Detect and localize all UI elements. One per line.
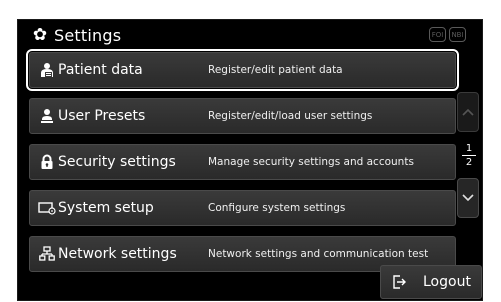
- menu-item-security-settings[interactable]: Security settings Manage security settin…: [29, 144, 456, 180]
- scroll-up-button[interactable]: [457, 92, 479, 132]
- chevron-down-icon: [462, 194, 474, 202]
- gear-icon: ✿: [32, 25, 48, 45]
- menu-item-label: Patient data: [58, 62, 143, 78]
- menu-item-label: User Presets: [58, 108, 146, 124]
- menu-item-description: Network settings and communication test: [208, 248, 429, 260]
- menu-item-description: Register/edit/load user settings: [208, 110, 373, 122]
- title-bar: ✿ Settings FOI NBI: [30, 22, 482, 48]
- menu-item-label: Security settings: [58, 154, 176, 170]
- scroll-down-button[interactable]: [457, 178, 479, 218]
- system-setup-icon: [36, 201, 58, 215]
- logout-label: Logout: [423, 274, 471, 290]
- menu-item-system-setup[interactable]: System setup Configure system settings: [29, 190, 456, 226]
- menu-item-description: Configure system settings: [208, 202, 346, 214]
- status-indicators: FOI NBI: [429, 27, 466, 42]
- logout-icon: [387, 274, 411, 290]
- page-divider: [462, 154, 476, 156]
- patient-icon: [36, 62, 58, 78]
- lock-icon: [36, 154, 58, 170]
- settings-window: ✿ Settings FOI NBI Patient data Register…: [17, 19, 483, 301]
- indicator-badge-2: NBI: [449, 27, 466, 42]
- user-presets-icon: [36, 108, 58, 124]
- indicator-badge-1: FOI: [429, 27, 446, 42]
- network-icon: [36, 246, 58, 262]
- page-title: Settings: [54, 25, 122, 45]
- menu-item-patient-data[interactable]: Patient data Register/edit patient data: [26, 49, 459, 91]
- logout-button[interactable]: Logout: [380, 265, 482, 299]
- menu-item-description: Register/edit patient data: [208, 64, 343, 76]
- page-indicator: 1 2: [457, 132, 481, 178]
- current-page: 1: [465, 142, 473, 154]
- settings-menu: Patient data Register/edit patient data …: [26, 49, 459, 282]
- menu-item-description: Manage security settings and accounts: [208, 156, 414, 168]
- scroll-controls: 1 2: [457, 92, 481, 218]
- chevron-up-icon: [462, 108, 474, 116]
- total-pages: 2: [465, 156, 473, 168]
- menu-item-user-presets[interactable]: User Presets Register/edit/load user set…: [29, 98, 456, 134]
- menu-item-label: System setup: [58, 200, 154, 216]
- menu-item-label: Network settings: [58, 246, 177, 262]
